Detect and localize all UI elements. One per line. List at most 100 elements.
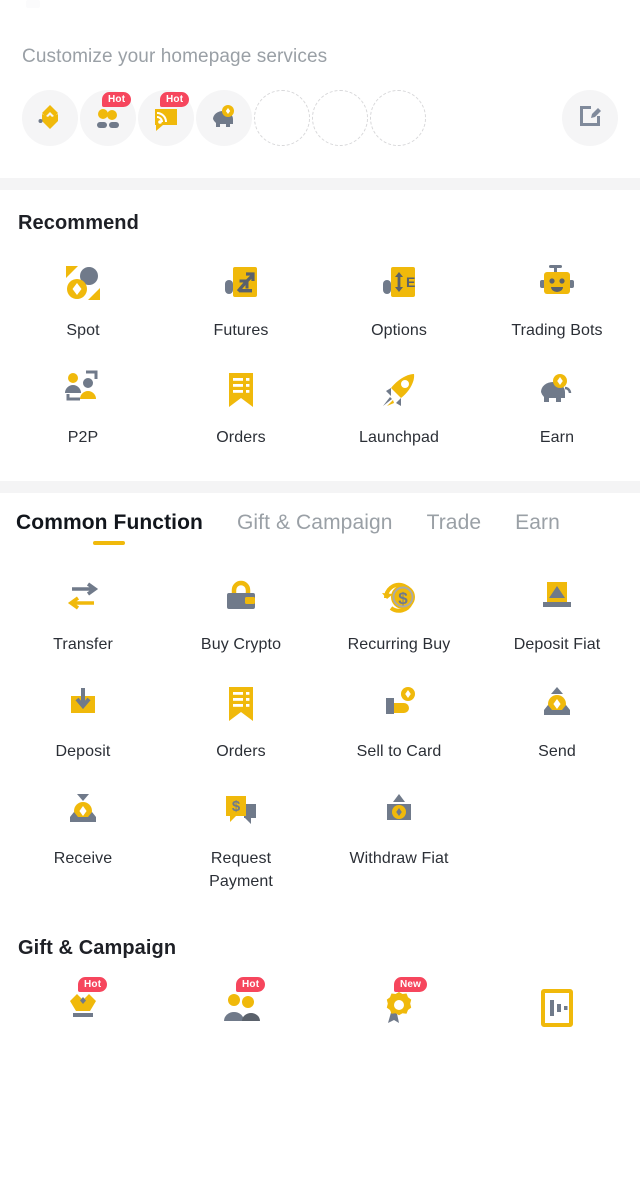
svg-text:E: E: [406, 274, 415, 290]
tab-label: Gift & Campaign: [236, 511, 393, 534]
common-item-label: Withdraw Fiat: [349, 850, 449, 867]
gift-item-voucher-card[interactable]: [478, 960, 636, 1030]
common-item-label: Deposit: [55, 743, 111, 760]
common-item-sell-to-card[interactable]: Sell to Card: [320, 656, 478, 763]
deposit-icon: [61, 682, 105, 726]
recommend-item-label: Trading Bots: [511, 322, 603, 339]
customize-chip-empty-1[interactable]: [254, 90, 310, 146]
common-function-grid: Transfer Buy Crypto $ Recurring Buy Depo…: [0, 549, 640, 893]
common-item-withdraw-fiat[interactable]: Withdraw Fiat: [320, 763, 478, 893]
recommend-item-label: Options: [371, 322, 427, 339]
orders-icon: [219, 682, 263, 726]
recommend-item-label: P2P: [67, 429, 99, 446]
common-item-send[interactable]: Send: [478, 656, 636, 763]
recommend-item-options[interactable]: E Options: [320, 235, 478, 342]
common-item-deposit[interactable]: Deposit: [4, 656, 162, 763]
customize-title: Customize your homepage services: [22, 46, 328, 67]
function-tabs: Common Function Gift & Campaign Trade Ea…: [0, 493, 640, 549]
launchpad-icon: [377, 368, 421, 412]
common-item-label: Deposit Fiat: [513, 636, 601, 653]
hot-badge: Hot: [102, 92, 132, 107]
customize-chip-rewards-hub[interactable]: Hot: [80, 90, 136, 146]
tab-trade[interactable]: Trade: [427, 511, 482, 549]
spot-icon: [61, 261, 105, 305]
hot-badge: Hot: [236, 977, 266, 992]
recommend-item-earn[interactable]: Earn: [478, 342, 636, 449]
withdraw-fiat-icon: [377, 789, 421, 833]
hot-badge: Hot: [160, 92, 190, 107]
customize-chip-binance[interactable]: [22, 90, 78, 146]
receive-icon: [61, 789, 105, 833]
common-item-label: Recurring Buy: [347, 636, 451, 653]
recommend-item-futures[interactable]: Futures: [162, 235, 320, 342]
tab-common-function[interactable]: Common Function: [16, 511, 203, 549]
send-icon: [535, 682, 579, 726]
edit-services-icon: [577, 103, 603, 134]
recommend-item-label: Futures: [213, 322, 269, 339]
recurring-buy-icon: $: [377, 575, 421, 619]
voucher-card-icon: [535, 986, 579, 1030]
recommend-item-launchpad[interactable]: Launchpad: [320, 342, 478, 449]
deposit-fiat-icon: [535, 575, 579, 619]
recommend-item-orders[interactable]: Orders: [162, 342, 320, 449]
transfer-icon: [61, 575, 105, 619]
rewards-medal-icon: New: [377, 977, 428, 1030]
common-item-label: Receive: [53, 850, 113, 867]
tab-label: Earn: [515, 511, 560, 534]
gift-campaign-grid: Hot Hot New: [0, 960, 640, 1030]
buy-crypto-icon: [219, 575, 263, 619]
status-bar-sliver: [26, 0, 40, 8]
gift-campaign-section: Gift & Campaign Hot Hot New: [0, 915, 640, 1030]
recommend-title: Recommend: [18, 212, 139, 234]
recommend-item-p2p[interactable]: P2P: [4, 342, 162, 449]
options-icon: E: [377, 261, 421, 305]
section-divider-1: [0, 178, 640, 190]
gift-item-crypto-box[interactable]: Hot: [4, 960, 162, 1030]
recommend-item-label: Earn: [539, 429, 575, 446]
new-badge: New: [394, 977, 428, 992]
recommend-item-trading-bots[interactable]: Trading Bots: [478, 235, 636, 342]
tab-label: Trade: [426, 511, 482, 534]
common-item-label: Orders: [216, 743, 266, 760]
binance-logo-icon: [33, 101, 67, 135]
common-item-transfer[interactable]: Transfer: [4, 549, 162, 656]
common-item-receive[interactable]: Receive: [4, 763, 162, 893]
sell-to-card-icon: [377, 682, 421, 726]
recommend-item-spot[interactable]: Spot: [4, 235, 162, 342]
orders-icon: [219, 368, 263, 412]
common-item-buy-crypto[interactable]: Buy Crypto: [162, 549, 320, 656]
customize-chip-row: Hot Hot: [22, 90, 618, 146]
request-payment-icon: $: [219, 789, 263, 833]
futures-icon: [219, 261, 263, 305]
customize-chip-empty-2[interactable]: [312, 90, 368, 146]
recommend-item-label: Spot: [66, 322, 100, 339]
hot-badge: Hot: [78, 977, 108, 992]
recommend-grid: Spot Futures E Options Trading Bots P2P …: [0, 235, 640, 449]
recommend-item-label: Orders: [216, 429, 266, 446]
tab-earn[interactable]: Earn: [515, 511, 560, 549]
gift-item-referral-people[interactable]: Hot: [162, 960, 320, 1030]
common-item-orders[interactable]: Orders: [162, 656, 320, 763]
edit-services-button[interactable]: [562, 90, 618, 146]
trading-bots-icon: [535, 261, 579, 305]
common-item-request-payment[interactable]: $ Request Payment: [162, 763, 320, 893]
customize-chip-referral[interactable]: Hot: [138, 90, 194, 146]
crypto-box-icon: Hot: [61, 977, 108, 1030]
svg-text:$: $: [398, 589, 408, 608]
gift-item-rewards-medal[interactable]: New: [320, 960, 478, 1030]
common-item-deposit-fiat[interactable]: Deposit Fiat: [478, 549, 636, 656]
tab-gift-campaign[interactable]: Gift & Campaign: [237, 511, 393, 549]
customize-chip-piggy-earn[interactable]: [196, 90, 252, 146]
section-divider-2: [0, 481, 640, 493]
gift-campaign-title: Gift & Campaign: [18, 937, 177, 959]
customize-chip-empty-3[interactable]: [370, 90, 426, 146]
p2p-icon: [61, 368, 105, 412]
common-item-label: Send: [538, 743, 576, 760]
common-item-label: Sell to Card: [356, 743, 442, 760]
svg-text:$: $: [232, 798, 241, 815]
recommend-item-label: Launchpad: [358, 429, 440, 446]
piggy-bank-earn-icon: [207, 101, 241, 135]
common-item-recurring-buy[interactable]: $ Recurring Buy: [320, 549, 478, 656]
customize-section: Customize your homepage services Hot Hot: [0, 0, 640, 146]
referral-people-icon: Hot: [219, 977, 266, 1030]
